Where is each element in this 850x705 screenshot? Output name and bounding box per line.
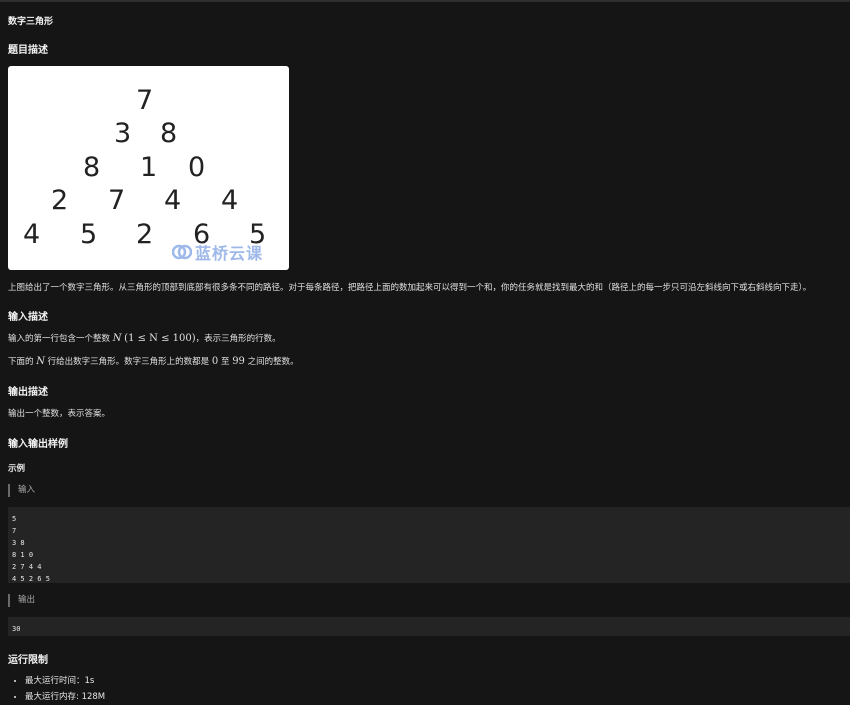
triangle-number: 7 bbox=[108, 185, 126, 216]
input-line-2-prefix: 下面的 bbox=[8, 357, 34, 367]
triangle-number: 4 bbox=[164, 185, 182, 216]
limit-time: 最大运行时间：1s bbox=[25, 673, 105, 689]
input-label: 输入 bbox=[8, 484, 35, 497]
triangle-number: 5 bbox=[80, 219, 98, 250]
math-condition: (1 ≤ N ≤ 100) bbox=[124, 333, 196, 344]
top-border bbox=[0, 0, 850, 2]
triangle-number: 4 bbox=[23, 219, 41, 250]
math-var-n: N bbox=[112, 333, 122, 344]
watermark-text: 蓝桥云课 bbox=[195, 244, 264, 263]
triangle-number: 2 bbox=[136, 219, 154, 250]
output-code-block[interactable]: 30 bbox=[8, 617, 850, 636]
triangle-number: 8 bbox=[160, 118, 178, 149]
math-zero: 0 bbox=[211, 356, 219, 367]
input-line-2-text: 行给出数字三角形。数字三角形上的数都是 bbox=[47, 357, 210, 367]
page-title: 数字三角形 bbox=[8, 17, 54, 27]
input-code[interactable]: 5 7 3 8 8 1 0 2 7 4 4 4 5 2 6 5 bbox=[8, 507, 850, 589]
limits-heading: 运行限制 bbox=[8, 655, 48, 666]
description-text: 上图给出了一个数字三角形。从三角形的顶部到底部有很多条不同的路径。对于每条路径，… bbox=[8, 283, 812, 293]
triangle-number: 3 bbox=[114, 118, 132, 149]
limits-list: 最大运行时间：1s 最大运行内存: 128M bbox=[8, 673, 105, 705]
input-heading: 输入描述 bbox=[8, 312, 48, 323]
limit-memory: 最大运行内存: 128M bbox=[25, 689, 105, 705]
input-line-2-to: 至 bbox=[220, 357, 230, 367]
input-line-1-text: 输入的第一行包含一个整数 bbox=[8, 334, 111, 344]
triangle-number: 0 bbox=[188, 152, 206, 183]
input-line-1: 输入的第一行包含一个整数 N (1 ≤ N ≤ 100)，表示三角形的行数。 bbox=[8, 332, 281, 344]
math-max: 99 bbox=[232, 356, 245, 367]
input-code-block[interactable]: 5 7 3 8 8 1 0 2 7 4 4 4 5 2 6 5 bbox=[8, 507, 850, 583]
output-heading: 输出描述 bbox=[8, 387, 48, 398]
input-line-2: 下面的 N 行给出数字三角形。数字三角形上的数都是 0 至 99 之间的整数。 bbox=[8, 355, 299, 367]
triangle-number: 1 bbox=[140, 152, 158, 183]
output-label: 输出 bbox=[8, 594, 35, 607]
output-code[interactable]: 30 bbox=[8, 617, 850, 639]
watermark: 蓝桥云课 bbox=[171, 240, 264, 264]
input-line-2-suffix: 之间的整数。 bbox=[247, 357, 299, 367]
example-label: 示例 bbox=[8, 464, 26, 474]
triangle-number: 7 bbox=[136, 85, 154, 116]
triangle-number: 8 bbox=[83, 152, 101, 183]
description-heading: 题目描述 bbox=[8, 45, 48, 56]
triangle-number: 4 bbox=[221, 185, 239, 216]
input-line-1-suffix: ，表示三角形的行数。 bbox=[195, 334, 281, 344]
math-var-n: N bbox=[36, 356, 45, 367]
output-text: 输出一个整数，表示答案。 bbox=[8, 409, 111, 419]
sample-heading: 输入输出样例 bbox=[8, 439, 68, 450]
lanqiao-logo-icon bbox=[171, 242, 193, 262]
triangle-number: 2 bbox=[51, 185, 69, 216]
